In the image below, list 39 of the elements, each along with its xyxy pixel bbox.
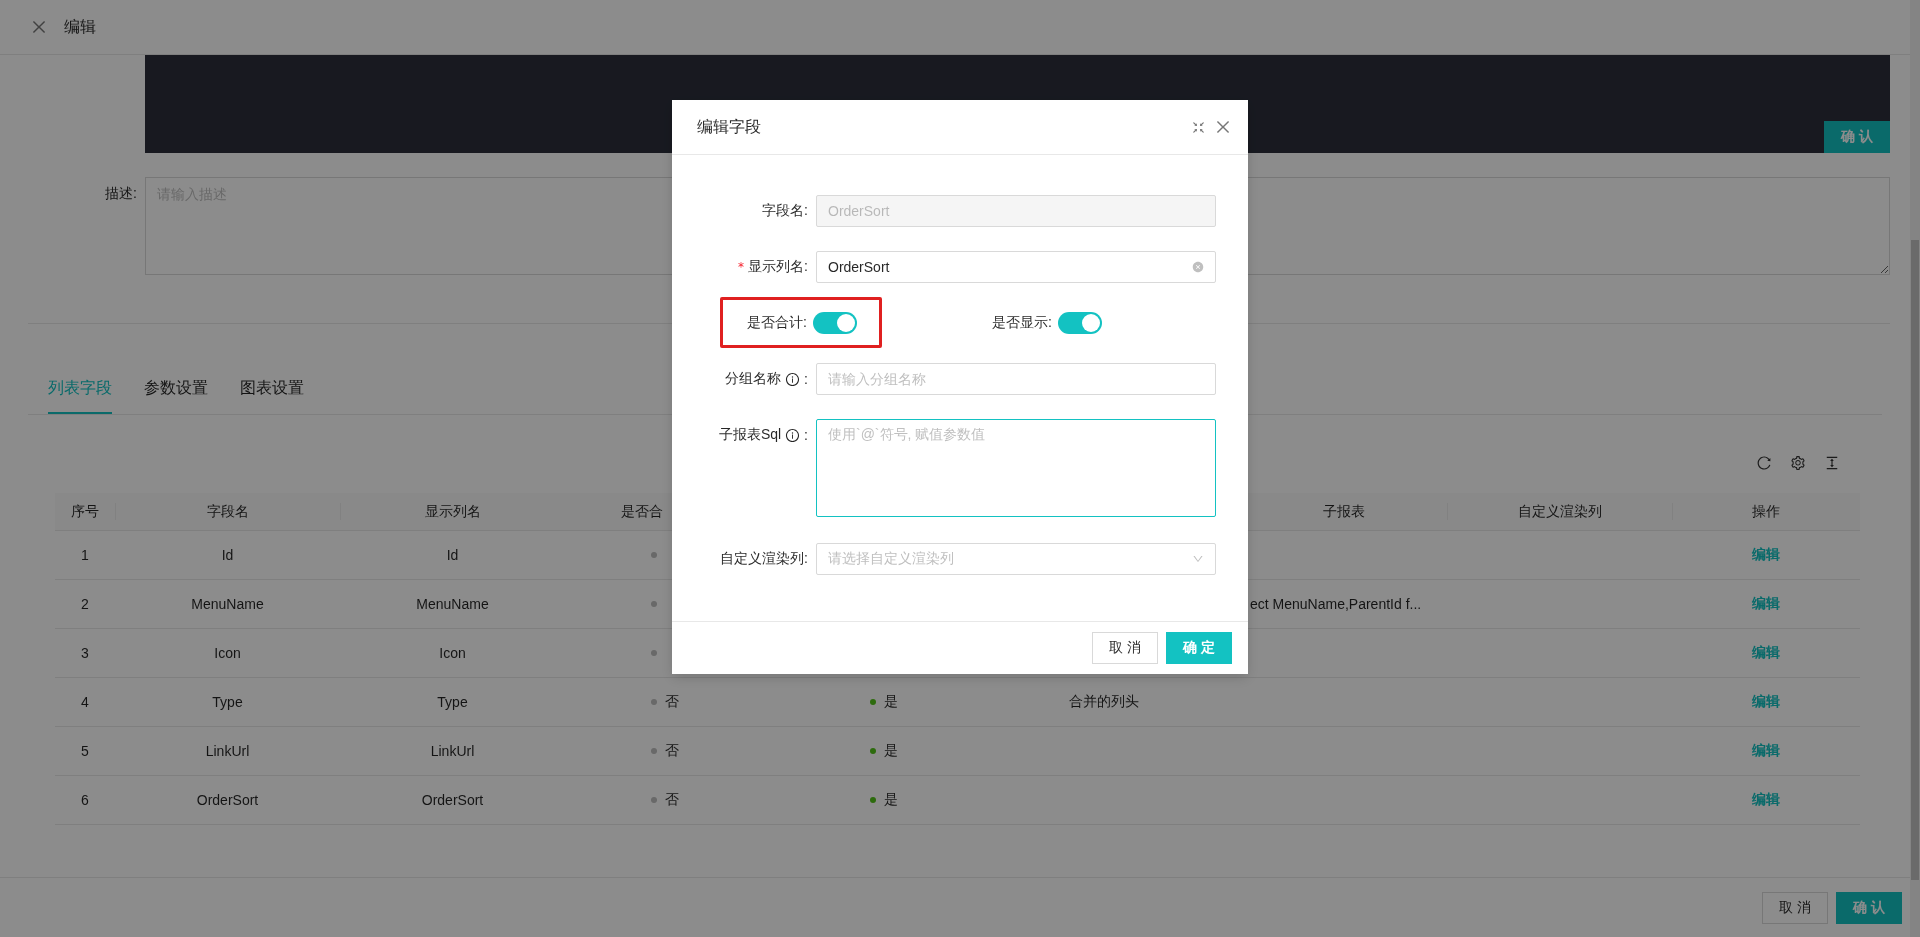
field-label: 自定义渲染列: (720, 550, 808, 568)
table-cell: Type (115, 678, 340, 727)
status-text: 否 (665, 693, 679, 711)
status-text: 是 (884, 693, 898, 711)
status-text: 是 (884, 742, 898, 760)
field-label: 分组名称 (725, 370, 782, 388)
required-mark: * (738, 260, 745, 274)
table-cell: OrderSort (115, 776, 340, 825)
field-label: 子报表Sql (718, 426, 782, 444)
table-cell: 1 (55, 531, 115, 580)
status-text: 否 (665, 742, 679, 760)
table-cell: 2 (55, 580, 115, 629)
dialog-title: 编辑字段 (697, 116, 762, 137)
table-cell: LinkUrl (340, 727, 565, 776)
table-cell: 5 (55, 727, 115, 776)
table-cell: 6 (55, 776, 115, 825)
table-cell: MenuName (115, 580, 340, 629)
table-cell: Icon (340, 629, 565, 678)
table-cell: 4 (55, 678, 115, 727)
switch-label: 是否显示: (992, 313, 1053, 332)
field-label: 显示列名: (748, 258, 808, 276)
status-text: 否 (665, 791, 679, 809)
page-title: 编辑 (64, 16, 96, 37)
table-cell: MenuName (340, 580, 565, 629)
label-colon: : (804, 427, 808, 443)
field-label: 字段名: (762, 202, 808, 220)
switch-label: 是否合计: (746, 313, 808, 332)
field-label: 描述: (104, 184, 138, 203)
table-cell: LinkUrl (115, 727, 340, 776)
table-cell: Type (340, 678, 565, 727)
status-text: 是 (884, 791, 898, 809)
table-cell: 合并的列头 (1069, 693, 1139, 711)
table-cell: 3 (55, 629, 115, 678)
table-cell: Icon (115, 629, 340, 678)
label-colon: : (804, 371, 808, 387)
table-cell: Id (115, 531, 340, 580)
table-cell: OrderSort (340, 776, 565, 825)
table-cell: Id (340, 531, 565, 580)
table-cell: ect MenuName,ParentId f... (1250, 596, 1422, 612)
